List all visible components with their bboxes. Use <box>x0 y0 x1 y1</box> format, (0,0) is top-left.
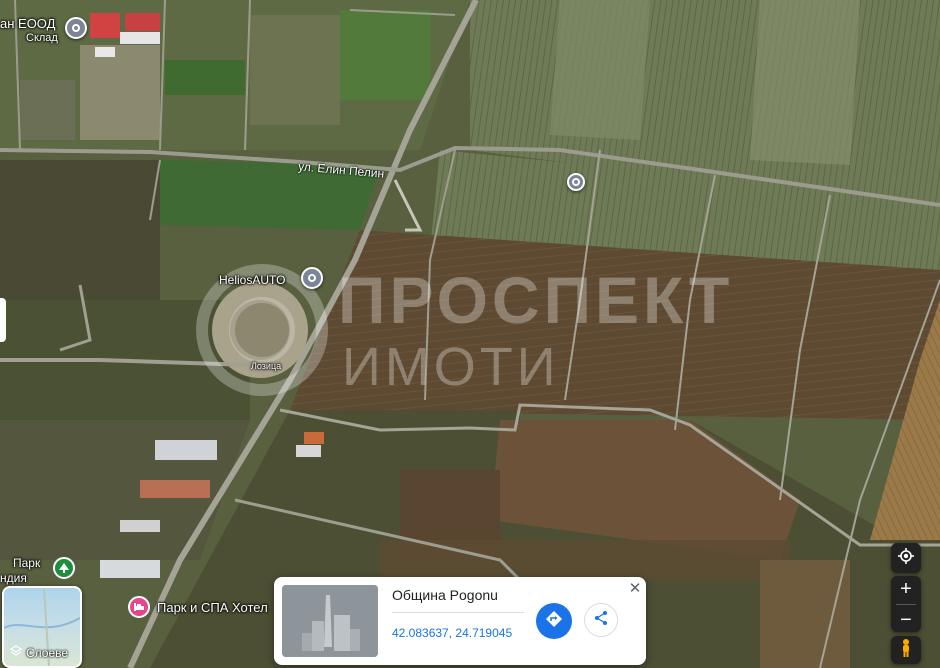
directions-icon <box>545 610 563 633</box>
park-label-2: ндия <box>0 571 27 585</box>
park-spa-hotel-label[interactable]: Парк и СПА Хотел <box>157 600 268 615</box>
location-pin-icon[interactable] <box>65 17 87 39</box>
park-label[interactable]: Парк <box>13 556 40 570</box>
close-card-button[interactable]: ✕ <box>626 579 644 597</box>
share-button[interactable] <box>584 603 618 637</box>
tree-icon[interactable] <box>53 557 75 579</box>
helios-auto-label[interactable]: HeliosAUTO <box>219 273 285 287</box>
watermark-line-1: ПРОСПЕКТ <box>338 263 734 337</box>
place-title: Община Pogonu <box>392 587 498 603</box>
share-icon <box>593 610 609 631</box>
company-label[interactable]: ан ЕООД <box>0 16 55 31</box>
my-location-icon <box>898 547 914 569</box>
street-view-button[interactable] <box>891 636 921 664</box>
place-info-card[interactable]: Община Pogonu 42.083637, 24.719045 ✕ <box>274 577 646 665</box>
zoom-control: + − <box>891 576 921 632</box>
place-thumbnail[interactable] <box>282 585 378 657</box>
divider <box>392 612 524 613</box>
company-sub-label: Склад <box>26 32 58 44</box>
location-pin-icon[interactable] <box>567 173 585 191</box>
small-place-label: Лозица <box>251 361 282 371</box>
layers-icon <box>9 645 23 660</box>
layers-button[interactable]: Слоеве <box>2 586 82 668</box>
my-location-button[interactable] <box>891 543 921 573</box>
location-pin-icon[interactable] <box>301 267 323 289</box>
place-coordinates[interactable]: 42.083637, 24.719045 <box>392 626 512 640</box>
layers-label: Слоеве <box>26 645 69 660</box>
zoom-in-button[interactable]: + <box>900 579 912 599</box>
bed-icon[interactable] <box>128 596 150 618</box>
directions-button[interactable] <box>536 603 572 639</box>
zoom-out-button[interactable]: − <box>900 610 912 630</box>
pegman-icon <box>900 638 912 663</box>
watermark-line-2: ИМОТИ <box>342 337 560 397</box>
side-panel-tab[interactable] <box>0 298 6 342</box>
